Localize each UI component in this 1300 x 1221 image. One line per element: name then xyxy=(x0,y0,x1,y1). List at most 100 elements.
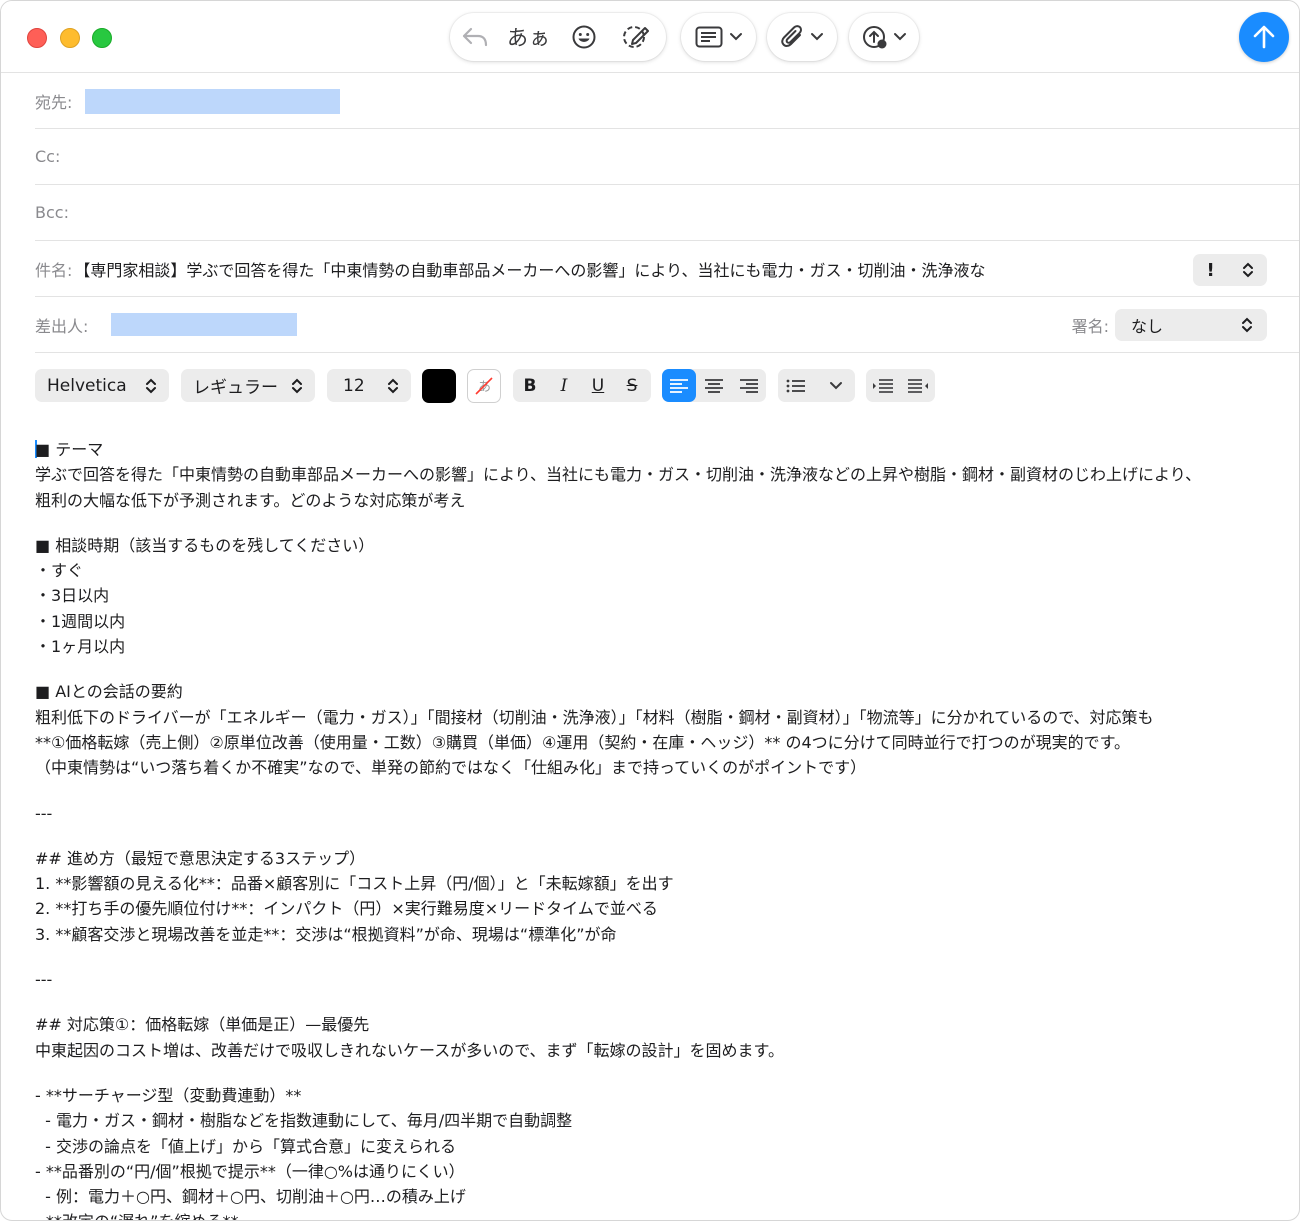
text-caret xyxy=(35,440,37,458)
to-field[interactable]: 宛先: xyxy=(35,73,1299,129)
font-family-value: Helvetica xyxy=(47,375,127,396)
attach-button[interactable] xyxy=(767,13,837,61)
align-center-icon xyxy=(704,378,723,393)
reply-button[interactable] xyxy=(450,13,500,61)
chevron-updown-icon xyxy=(292,378,302,393)
writing-tools-icon xyxy=(623,26,649,48)
body-line: --- xyxy=(35,803,53,823)
send-button[interactable] xyxy=(1239,12,1289,62)
subject-label: 件名: xyxy=(35,260,73,280)
recipient-address-chip[interactable] xyxy=(85,89,340,114)
bold-button[interactable]: B xyxy=(513,369,547,402)
priority-value: ! xyxy=(1206,259,1215,281)
format-bar: Helvetica レギュラー 12 あ B I U S xyxy=(1,353,1299,419)
body-line: ■ 相談時期（該当するものを残してください） xyxy=(35,535,375,555)
body-line: - **品番別の“円/個”根拠で提示**（一律○%は通りにくい） xyxy=(35,1161,465,1181)
chevron-down-icon xyxy=(729,33,742,41)
body-line: 2. **打ち手の優先順位付け**：インパクト（円）×実行難易度×リードタイムで… xyxy=(35,899,658,919)
svg-text:あ: あ xyxy=(478,380,491,395)
chevron-updown-icon xyxy=(388,378,398,393)
body-line: --- xyxy=(35,970,53,990)
align-left-button[interactable] xyxy=(662,369,696,402)
font-size-select[interactable]: 12 xyxy=(327,369,411,402)
body-line: ■ テーマ xyxy=(35,440,104,459)
body-line: 粗利低下のドライバーが「エネルギー（電力・ガス）」「間接材（切削油・洗浄液）」「… xyxy=(35,707,1154,727)
cc-label: Cc: xyxy=(35,147,61,166)
zoom-window-button[interactable] xyxy=(92,28,112,48)
body-line: ・3日以内 xyxy=(35,586,110,606)
reply-icon xyxy=(462,27,488,47)
outdent-icon xyxy=(907,378,928,393)
align-left-icon xyxy=(670,378,688,393)
list-style-select[interactable] xyxy=(778,369,855,402)
emoji-icon xyxy=(572,25,596,49)
close-window-button[interactable] xyxy=(27,28,47,48)
align-right-icon xyxy=(739,378,758,393)
emoji-button[interactable] xyxy=(558,13,610,61)
underline-button[interactable]: U xyxy=(581,369,615,402)
header-fields-icon xyxy=(695,26,722,48)
signature-value: なし xyxy=(1131,317,1164,336)
alignment-group xyxy=(662,369,766,402)
decrease-indent-button[interactable] xyxy=(900,369,935,402)
chevron-updown-icon xyxy=(146,378,156,393)
toolbar: あぁ xyxy=(1,1,1299,73)
font-family-select[interactable]: Helvetica xyxy=(35,369,169,402)
message-body[interactable]: ■ テーマ学ぶで回答を得た「中東情勢の自動車部品メーカーへの影響」により、当社に… xyxy=(35,437,1285,1220)
body-line: - **サーチャージ型（変動費連動）** xyxy=(35,1085,302,1105)
from-field[interactable]: 差出人: 署名: なし xyxy=(35,297,1299,353)
body-line: - 例：電力＋○円、鋼材＋○円、切削油＋○円…の積み上げ xyxy=(35,1187,466,1207)
format-text-button[interactable]: あぁ xyxy=(500,13,558,61)
mail-compose-window: あぁ 宛先: Cc: Bcc: 件名: 【専門家相談】学ぶで回答を得た「中東情勢… xyxy=(0,0,1300,1221)
priority-select[interactable]: ! xyxy=(1193,254,1267,286)
chevron-updown-icon xyxy=(1242,317,1252,333)
body-line: ・1ヶ月以内 xyxy=(35,637,126,657)
chevron-updown-icon xyxy=(1242,262,1253,278)
no-highlight-icon: あ xyxy=(475,377,493,395)
font-size-value: 12 xyxy=(343,375,365,396)
writing-tools-button[interactable] xyxy=(610,13,662,61)
body-line: 学ぶで回答を得た「中東情勢の自動車部品メーカーへの影響」により、当社にも電力・ガ… xyxy=(35,465,1202,485)
photo-browser-button[interactable] xyxy=(849,13,919,61)
strikethrough-button[interactable]: S xyxy=(615,369,649,402)
increase-indent-button[interactable] xyxy=(866,369,900,402)
to-label: 宛先: xyxy=(35,92,73,112)
sender-address-chip[interactable] xyxy=(111,313,297,336)
text-color-swatch[interactable] xyxy=(422,369,456,403)
subject-input[interactable]: 【専門家相談】学ぶで回答を得た「中東情勢の自動車部品メーカーへの影響」により、当… xyxy=(74,257,1074,281)
chevron-down-icon xyxy=(811,33,823,41)
header-fields-button[interactable] xyxy=(681,13,756,61)
body-line: 3. **顧客交渉と現場改善を並走**：交渉は“根拠資料”が命、現場は“標準化”… xyxy=(35,924,617,944)
from-label: 差出人: xyxy=(35,316,89,336)
highlight-color-swatch[interactable]: あ xyxy=(467,369,501,403)
body-line: （中東情勢は“いつ落ち着くか不確実”なので、単発の節約ではなく「仕組み化」まで持… xyxy=(35,758,867,778)
indent-group xyxy=(866,369,935,402)
body-line: - 交渉の論点を「値上げ」から「算式合意」に変えられる xyxy=(35,1136,457,1156)
body-line: 1. **影響額の見える化**：品番×顧客別に「コスト上昇（円/個）」と「未転嫁… xyxy=(35,874,674,894)
signature-select[interactable]: なし xyxy=(1115,309,1267,341)
text-style-group: B I U S xyxy=(513,369,651,402)
italic-button[interactable]: I xyxy=(547,369,581,402)
font-style-value: レギュラー xyxy=(193,378,278,398)
bcc-field[interactable]: Bcc: xyxy=(35,185,1299,241)
body-line: 中東起因のコスト増は、改善だけで吸収しきれないケースが多いので、まず「転嫁の設計… xyxy=(35,1040,784,1060)
bcc-label: Bcc: xyxy=(35,203,69,222)
font-style-select[interactable]: レギュラー xyxy=(181,369,315,402)
body-line: - 電力・ガス・鋼材・樹脂などを指数連動にして、毎月/四半期で自動調整 xyxy=(35,1111,573,1131)
body-line: **①価格転嫁（売上側）②原単位改善（使用量・工数）③購買（単価）④運用（契約・… xyxy=(35,732,1131,752)
subject-field[interactable]: 件名: 【専門家相談】学ぶで回答を得た「中東情勢の自動車部品メーカーへの影響」に… xyxy=(35,241,1299,297)
photo-upload-icon xyxy=(863,26,887,49)
minimize-window-button[interactable] xyxy=(60,28,80,48)
body-line: 粗利の大幅な低下が予測されます。どのような対応策が考え xyxy=(35,490,466,510)
align-right-button[interactable] xyxy=(731,369,766,402)
align-center-button[interactable] xyxy=(696,369,731,402)
body-line: - **改定の“遅れ”を縮める** xyxy=(35,1209,1285,1220)
cc-field[interactable]: Cc: xyxy=(35,129,1299,185)
body-line: ・1週間以内 xyxy=(35,611,126,631)
bullet-list-icon xyxy=(786,379,805,392)
